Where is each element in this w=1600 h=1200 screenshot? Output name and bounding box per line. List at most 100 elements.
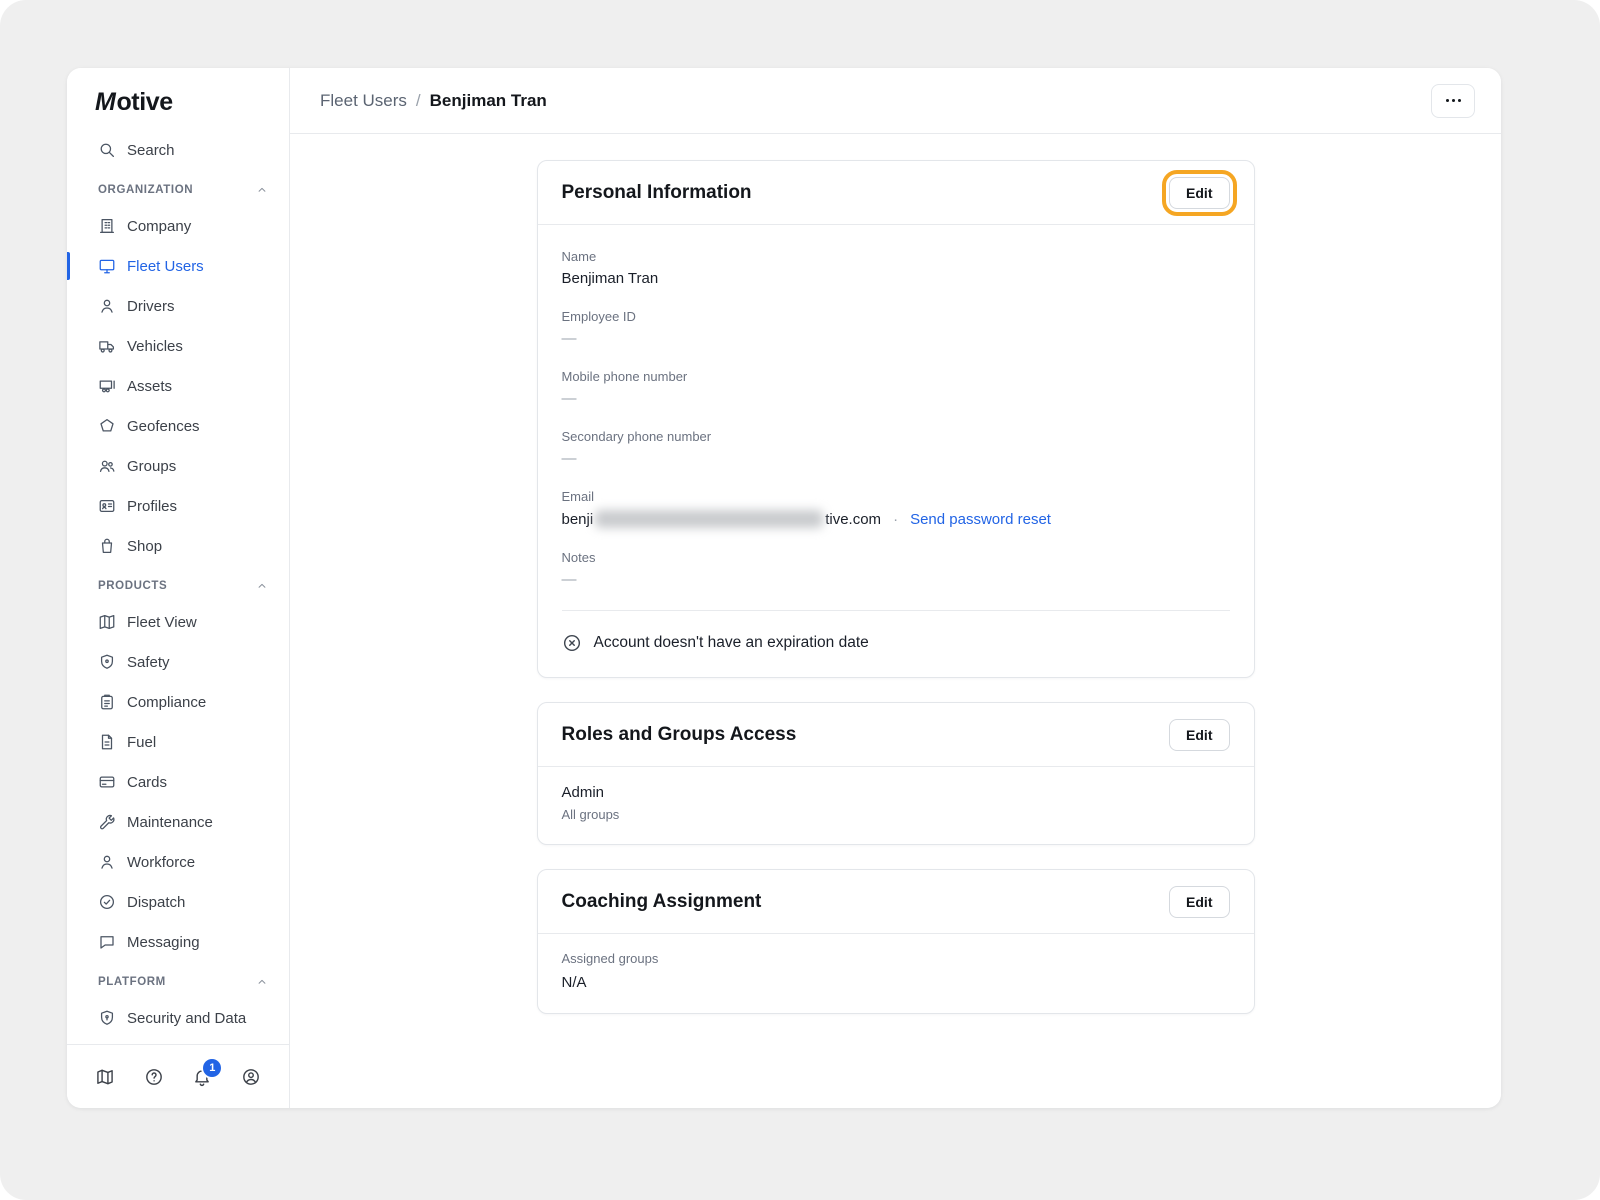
sidebar-item-safety[interactable]: Safety <box>67 642 289 682</box>
map-pin-icon[interactable] <box>95 1067 115 1087</box>
groups-scope-value: All groups <box>562 807 1230 822</box>
expiration-note-row: Account doesn't have an expiration date <box>562 633 1230 653</box>
geofence-icon <box>98 417 116 435</box>
shopping-bag-icon <box>98 537 116 555</box>
notes-value: — <box>562 571 1230 588</box>
desktop-background: Motive Search ORGANIZATION Company Fleet… <box>0 0 1600 1200</box>
sidebar-footer: 1 <box>67 1044 289 1108</box>
name-label: Name <box>562 249 1230 264</box>
secondary-phone-value: — <box>562 450 1230 467</box>
expiration-note-text: Account doesn't have an expiration date <box>594 634 869 652</box>
send-password-reset-link[interactable]: Send password reset <box>910 511 1051 528</box>
mobile-phone-value: — <box>562 390 1230 407</box>
help-icon[interactable] <box>144 1067 164 1087</box>
building-icon <box>98 217 116 235</box>
personal-information-title: Personal Information <box>562 182 752 204</box>
secondary-phone-field: Secondary phone number — <box>562 429 1230 467</box>
email-value-row: benji tive.com · Send password reset <box>562 510 1230 528</box>
sidebar-item-workforce[interactable]: Workforce <box>67 842 289 882</box>
email-redaction-blur <box>595 510 823 528</box>
sidebar-item-geofences[interactable]: Geofences <box>67 406 289 446</box>
sidebar-item-compliance[interactable]: Compliance <box>67 682 289 722</box>
coaching-assignment-card: Coaching Assignment Edit Assigned groups… <box>537 869 1255 1014</box>
chevron-up-icon <box>255 975 269 989</box>
email-link-separator: · <box>893 511 898 528</box>
employee-id-label: Employee ID <box>562 309 1230 324</box>
sidebar-item-search[interactable]: Search <box>67 130 289 170</box>
breadcrumb-separator: / <box>416 91 421 111</box>
coaching-assignment-title: Coaching Assignment <box>562 891 762 913</box>
fuel-receipt-icon <box>98 733 116 751</box>
chevron-up-icon <box>255 183 269 197</box>
name-field: Name Benjiman Tran <box>562 249 1230 287</box>
person-icon <box>98 297 116 315</box>
content-scroll-area[interactable]: Personal Information Edit Name Benjiman … <box>290 134 1501 1108</box>
email-value-prefix: benji <box>562 511 594 528</box>
main-area: Fleet Users / Benjiman Tran Personal Inf… <box>290 68 1501 1108</box>
sidebar-item-assets[interactable]: Assets <box>67 366 289 406</box>
breadcrumb: Fleet Users / Benjiman Tran <box>320 91 547 111</box>
sidebar: Motive Search ORGANIZATION Company Fleet… <box>67 68 290 1108</box>
personal-information-card: Personal Information Edit Name Benjiman … <box>537 160 1255 678</box>
mobile-phone-field: Mobile phone number — <box>562 369 1230 407</box>
sidebar-item-fleet-users[interactable]: Fleet Users <box>67 246 289 286</box>
assigned-groups-value: N/A <box>562 974 1230 991</box>
email-label: Email <box>562 489 1230 504</box>
secondary-phone-label: Secondary phone number <box>562 429 1230 444</box>
edit-coaching-assignment-button[interactable]: Edit <box>1169 886 1229 918</box>
sidebar-item-groups[interactable]: Groups <box>67 446 289 486</box>
id-card-icon <box>98 497 116 515</box>
role-value: Admin <box>562 784 1230 801</box>
notes-label: Notes <box>562 550 1230 565</box>
dispatch-check-icon <box>98 893 116 911</box>
clipboard-icon <box>98 693 116 711</box>
search-icon <box>98 141 116 159</box>
mobile-phone-label: Mobile phone number <box>562 369 1230 384</box>
notes-field: Notes — <box>562 550 1230 588</box>
employee-id-field: Employee ID — <box>562 309 1230 347</box>
sidebar-item-maintenance[interactable]: Maintenance <box>67 802 289 842</box>
roles-groups-card: Roles and Groups Access Edit Admin All g… <box>537 702 1255 845</box>
more-options-button[interactable] <box>1431 84 1475 118</box>
shield-icon <box>98 653 116 671</box>
sidebar-section-platform[interactable]: PLATFORM <box>67 966 289 998</box>
credit-card-icon <box>98 773 116 791</box>
edit-roles-groups-button[interactable]: Edit <box>1169 719 1229 751</box>
truck-icon <box>98 337 116 355</box>
shield-lock-icon <box>98 1009 116 1027</box>
sidebar-item-fleet-view[interactable]: Fleet View <box>67 602 289 642</box>
sidebar-item-fuel[interactable]: Fuel <box>67 722 289 762</box>
ellipsis-icon <box>1446 99 1449 102</box>
sidebar-item-company[interactable]: Company <box>67 206 289 246</box>
motive-logo: Motive <box>67 68 289 130</box>
roles-groups-title: Roles and Groups Access <box>562 724 797 746</box>
sidebar-item-messaging[interactable]: Messaging <box>67 922 289 962</box>
chevron-up-icon <box>255 579 269 593</box>
monitor-icon <box>98 257 116 275</box>
sidebar-item-cards[interactable]: Cards <box>67 762 289 802</box>
sidebar-section-organization[interactable]: ORGANIZATION <box>67 174 289 206</box>
sidebar-item-profiles[interactable]: Profiles <box>67 486 289 526</box>
account-icon[interactable] <box>241 1067 261 1087</box>
sidebar-item-shop[interactable]: Shop <box>67 526 289 566</box>
breadcrumb-current-user: Benjiman Tran <box>430 91 547 111</box>
sidebar-item-drivers[interactable]: Drivers <box>67 286 289 326</box>
circle-x-icon <box>562 633 582 653</box>
breadcrumb-fleet-users[interactable]: Fleet Users <box>320 91 407 111</box>
notification-badge: 1 <box>203 1059 221 1077</box>
map-icon <box>98 613 116 631</box>
page-header: Fleet Users / Benjiman Tran <box>290 68 1501 134</box>
edit-personal-information-button[interactable]: Edit <box>1169 177 1229 209</box>
app-window: Motive Search ORGANIZATION Company Fleet… <box>67 68 1501 1108</box>
bell-icon[interactable]: 1 <box>192 1067 212 1087</box>
sidebar-item-vehicles[interactable]: Vehicles <box>67 326 289 366</box>
employee-id-value: — <box>562 330 1230 347</box>
assigned-groups-label: Assigned groups <box>562 951 1230 966</box>
person-icon <box>98 853 116 871</box>
sidebar-item-dispatch[interactable]: Dispatch <box>67 882 289 922</box>
sidebar-item-security-and-data[interactable]: Security and Data <box>67 998 289 1038</box>
email-value-suffix: tive.com <box>825 511 881 528</box>
name-value: Benjiman Tran <box>562 270 1230 287</box>
email-field: Email benji tive.com · Send password res… <box>562 489 1230 528</box>
sidebar-section-products[interactable]: PRODUCTS <box>67 570 289 602</box>
